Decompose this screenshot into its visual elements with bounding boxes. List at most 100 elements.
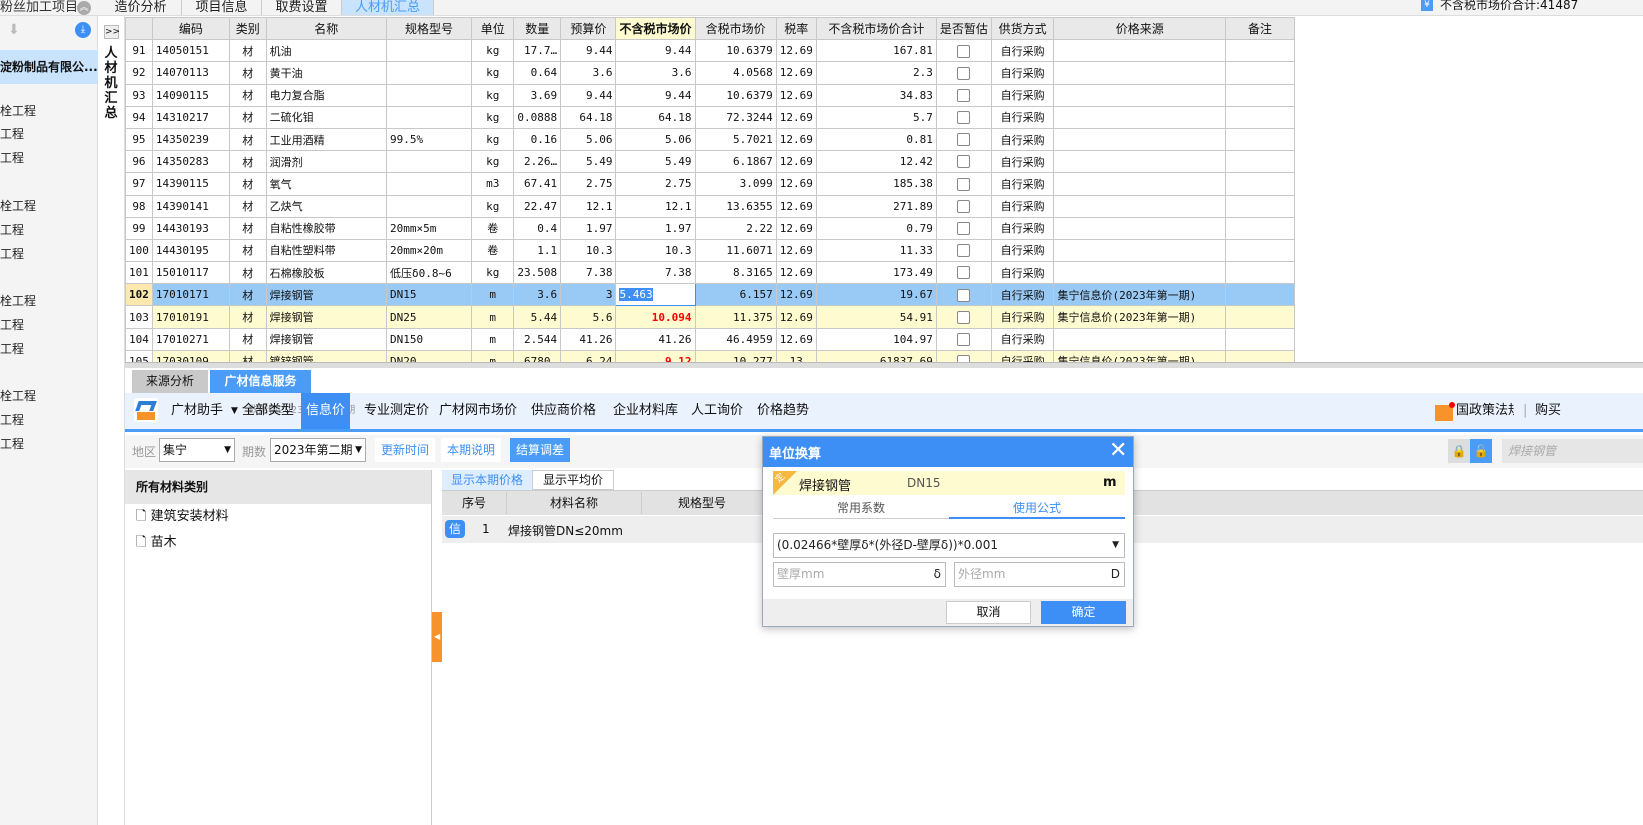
cell-4[interactable]: DN20 (385, 349, 473, 362)
nav-item[interactable]: 专业测定价 (359, 393, 434, 429)
cell-1[interactable]: 14350283 (151, 150, 230, 174)
cell-11[interactable]: 271.89 (815, 194, 937, 218)
cell-6[interactable]: 0.64 (513, 61, 562, 85)
cell-8[interactable]: 5.463 (615, 283, 696, 307)
cell-10[interactable]: 12.69 (775, 150, 817, 174)
table-row[interactable]: 105 17030109 材镀锌钢管 DN20 m 6780… 6.24 9.12 10.277… (125, 349, 1295, 362)
cell-3[interactable]: 黄干油 (265, 61, 387, 85)
lock-icon[interactable]: 🔒 (1448, 439, 1470, 463)
column-header[interactable]: 不含税市场价 (615, 17, 696, 41)
estimate-checkbox[interactable] (957, 355, 971, 362)
column-header[interactable]: 类别 (228, 17, 267, 41)
estimate-checkbox[interactable] (957, 66, 971, 80)
cell-2[interactable]: 材 (228, 327, 267, 351)
cell-7[interactable]: 5.6 (560, 305, 617, 329)
thickness-input[interactable]: 壁厚mm δ (773, 562, 946, 587)
cell-10[interactable]: 12.69 (775, 39, 817, 63)
cell-3[interactable]: 电力复合脂 (265, 83, 387, 107)
cell-13[interactable]: 自行采购 (990, 127, 1055, 152)
estimate-checkbox[interactable] (957, 332, 971, 346)
tree-item[interactable]: 栓工程 (0, 387, 60, 404)
cell-14[interactable]: 集宁信息价(2023年第一期) (1053, 349, 1227, 362)
cell-9[interactable]: 11.6071 (694, 238, 777, 263)
cell-9[interactable]: 2.22 (694, 216, 777, 240)
cell-0[interactable]: 93 (125, 83, 153, 107)
cell-14[interactable] (1053, 127, 1227, 152)
cell-0[interactable]: 92 (125, 61, 153, 85)
tab-use-formula[interactable]: 使用公式 (949, 499, 1125, 519)
cell-12[interactable] (935, 283, 992, 307)
cell-6[interactable]: 2.26… (513, 150, 562, 174)
cell-12[interactable] (935, 83, 992, 107)
cell-14[interactable] (1053, 172, 1227, 196)
cell-1[interactable]: 14350239 (151, 127, 230, 152)
estimate-checkbox[interactable] (957, 266, 971, 280)
unlock-icon[interactable]: 🔓 (1470, 439, 1492, 463)
cell-0[interactable]: 104 (125, 327, 153, 351)
cell-13[interactable]: 自行采购 (990, 105, 1055, 129)
cell-10[interactable]: 12.69 (775, 127, 817, 152)
cell-15[interactable] (1225, 194, 1295, 218)
cell-6[interactable]: 3.69 (513, 83, 562, 107)
cell-3[interactable]: 焊接钢管 (265, 327, 387, 351)
table-row[interactable]: 93 14090115 材电力复合脂 kg 3.69 9.44 9.44 10.6379 12.… (125, 83, 1295, 107)
table-row[interactable]: 102 17010171 材焊接钢管 DN15 m 3.6 3 5.463 6.157 12.69… (125, 283, 1295, 307)
column-header[interactable]: 名称 (265, 17, 387, 41)
cell-2[interactable]: 材 (228, 61, 267, 85)
estimate-checkbox[interactable] (957, 310, 971, 324)
cell-2[interactable]: 材 (228, 305, 267, 329)
cell-5[interactable]: m (471, 283, 515, 307)
cell-1[interactable]: 17030109 (151, 349, 230, 362)
cell-14[interactable] (1053, 194, 1227, 218)
region-select[interactable]: 集宁 ▼ (159, 438, 235, 462)
cell-9[interactable]: 4.0568 (694, 61, 777, 85)
cell-1[interactable]: 14310217 (151, 105, 230, 129)
nav-item[interactable]: 全部类型 (237, 393, 299, 429)
cell-11[interactable]: 12.42 (815, 150, 937, 174)
cell-0[interactable]: 102 (125, 283, 153, 307)
cell-10[interactable]: 12.69 (775, 238, 817, 263)
tab-labor-material-summary[interactable]: 人材机汇总 (342, 0, 434, 15)
cell-11[interactable]: 19.67 (815, 283, 937, 307)
cell-5[interactable]: m (471, 327, 515, 351)
tab-project-info[interactable]: 项目信息 (182, 0, 262, 15)
cell-2[interactable]: 材 (228, 172, 267, 196)
cell-9[interactable]: 10.277 (694, 349, 777, 362)
estimate-checkbox[interactable] (957, 88, 971, 102)
cell-13[interactable]: 自行采购 (990, 194, 1055, 218)
cell-0[interactable]: 103 (125, 305, 153, 329)
cell-8[interactable]: 2.75 (615, 172, 696, 196)
tree-item[interactable]: 工程 (0, 411, 60, 428)
cell-3[interactable]: 乙炔气 (265, 194, 387, 218)
cell-10[interactable]: 12.69 (775, 283, 817, 307)
category-item[interactable]: 🗋 建筑安装材料 (125, 504, 431, 530)
cell-5[interactable]: kg (471, 194, 515, 218)
cell-1[interactable]: 14430195 (151, 238, 230, 263)
cell-13[interactable]: 自行采购 (990, 261, 1055, 285)
cell-0[interactable]: 95 (125, 127, 153, 152)
cell-4[interactable] (385, 150, 473, 174)
cell-12[interactable] (935, 349, 992, 362)
cell-7[interactable]: 5.06 (560, 127, 617, 152)
cell-3[interactable]: 焊接钢管 (265, 305, 387, 329)
cell-4[interactable]: DN150 (385, 327, 473, 351)
table-row[interactable]: 91 14050151 材机油 kg 17.7… 9.44 9.44 10.6379 12.69… (125, 39, 1295, 63)
table-row[interactable]: 95 14350239 材工业用酒精 99.5% kg 0.16 5.06 5.06 5.702… (125, 127, 1295, 152)
tree-item-company[interactable]: 淀粉制品有限公... (0, 50, 98, 84)
cell-6[interactable]: 0.16 (513, 127, 562, 152)
tree-item[interactable]: 栓工程 (0, 292, 60, 309)
cell-13[interactable]: 自行采购 (990, 216, 1055, 240)
cell-15[interactable] (1225, 216, 1295, 240)
cell-7[interactable]: 64.18 (560, 105, 617, 129)
table-row[interactable]: 104 17010271 材焊接钢管 DN150 m 2.544 41.26 41.26 46.… (125, 327, 1295, 351)
cell-15[interactable] (1225, 83, 1295, 107)
cell-5[interactable]: m3 (471, 172, 515, 196)
cell-9[interactable]: 3.099 (694, 172, 777, 196)
cell-9[interactable]: 8.3165 (694, 261, 777, 285)
cell-12[interactable] (935, 327, 992, 351)
cell-14[interactable] (1053, 216, 1227, 240)
estimate-checkbox[interactable] (957, 177, 971, 191)
ok-button[interactable]: 确定 (1041, 601, 1126, 624)
table-row[interactable]: 96 14350283 材润滑剂 kg 2.26… 5.49 5.49 6.1867 12.69… (125, 150, 1295, 174)
cell-11[interactable]: 0.79 (815, 216, 937, 240)
